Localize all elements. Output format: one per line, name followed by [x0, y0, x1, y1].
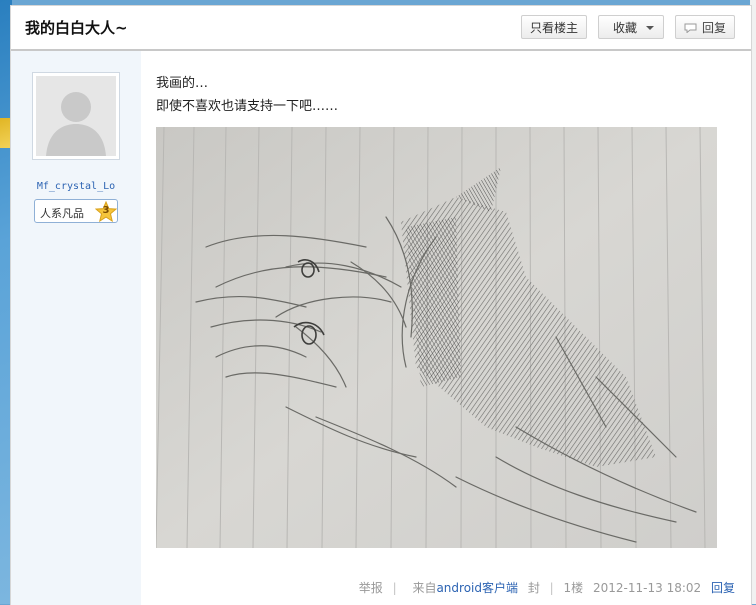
level-number: 3	[102, 205, 110, 216]
divider: |	[392, 581, 397, 595]
thread-title: 我的白白大人~	[25, 19, 128, 37]
avatar[interactable]	[32, 72, 120, 160]
level-title: 人系凡品	[40, 207, 84, 220]
author-sidebar: Mf_crystal_Lo 人系凡品 3	[11, 51, 141, 605]
floor-number: 1楼	[563, 581, 584, 595]
block-link[interactable]: 封	[528, 581, 540, 595]
reply-button[interactable]: 回复	[675, 15, 735, 39]
report-link[interactable]: 举报	[359, 581, 383, 595]
default-avatar-icon	[36, 76, 116, 156]
chevron-down-icon	[646, 26, 654, 30]
thread-header: 我的白白大人~ 只看楼主 收藏 回复	[11, 6, 751, 51]
post-line: 即使不喜欢也请支持一下吧……	[156, 99, 339, 114]
only-op-button[interactable]: 只看楼主	[521, 15, 587, 39]
client-link[interactable]: android客户端	[436, 581, 518, 595]
post-datetime: 2012-11-13 18:02	[593, 581, 702, 595]
divider: |	[549, 581, 554, 595]
author-username[interactable]: Mf_crystal_Lo	[11, 181, 141, 192]
client-source: 来自android客户端	[406, 581, 518, 595]
post-line: 我画的…	[156, 76, 209, 91]
reply-button-label: 回复	[702, 21, 727, 35]
thread-panel: 我的白白大人~ 只看楼主 收藏 回复 Mf_crystal_Lo 人系凡品 3 …	[10, 5, 752, 605]
favorite-button[interactable]: 收藏	[598, 15, 664, 39]
post-content: 我画的… 即使不喜欢也请支持一下吧……	[156, 72, 338, 118]
client-source-prefix: 来自	[412, 581, 437, 595]
level-badge[interactable]: 人系凡品 3	[34, 199, 118, 223]
favorite-button-label: 收藏	[613, 21, 638, 35]
post-footer: 举报 | 来自android客户端 封 | 1楼 2012-11-13 18:0…	[11, 579, 735, 599]
reply-link[interactable]: 回复	[711, 581, 735, 595]
speech-bubble-icon	[684, 23, 697, 33]
post-image[interactable]	[155, 126, 717, 549]
